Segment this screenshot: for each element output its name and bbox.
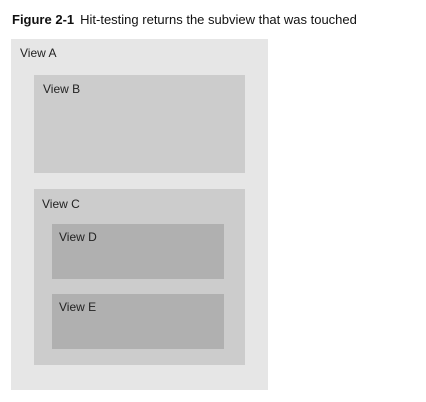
view-b-label: View B [43,82,81,96]
view-c-label: View C [42,197,80,211]
view-b-box: View B [34,75,245,173]
figure-title: Hit-testing returns the subview that was… [80,12,357,27]
figure-label: Figure 2-1 [12,12,75,27]
view-a-label: View A [20,46,57,60]
view-d-box: View D [52,224,224,279]
view-d-label: View D [59,230,97,244]
view-e-box: View E [52,294,224,349]
figure-caption: Figure 2-1 Hit-testing returns the subvie… [12,12,357,27]
view-e-label: View E [59,300,97,314]
